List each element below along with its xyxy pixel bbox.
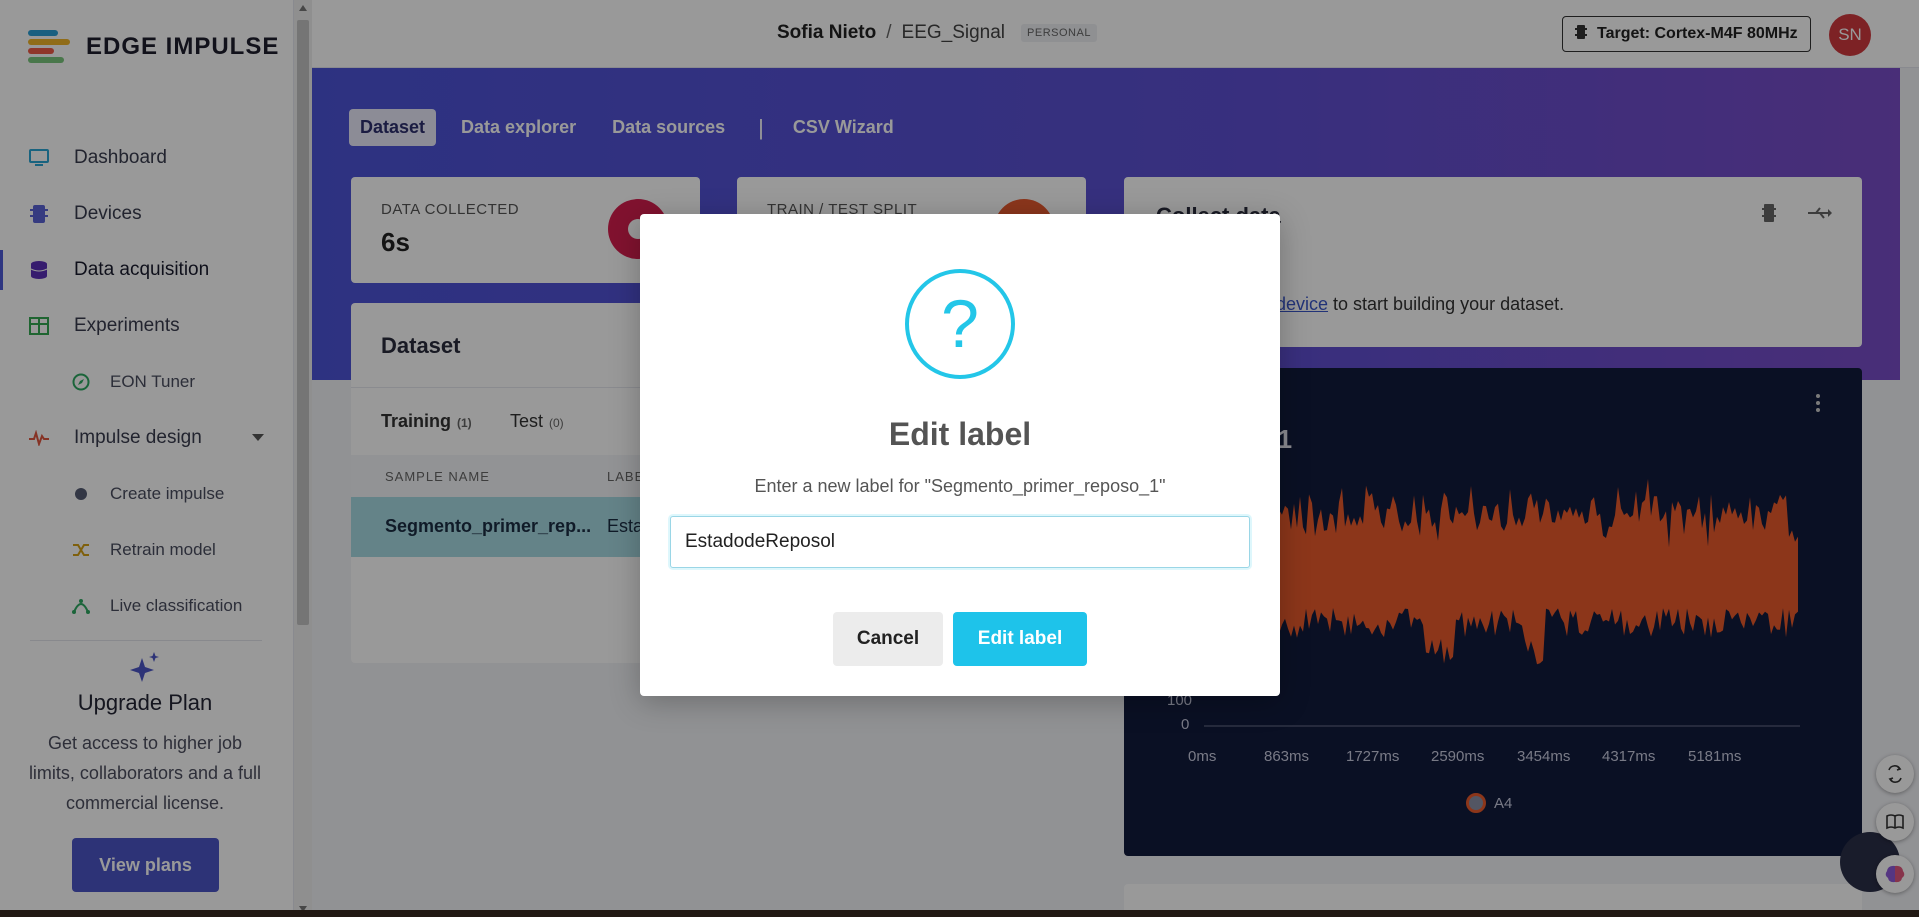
- dialog-title: Edit label: [888, 416, 1032, 452]
- dialog-subtitle: Enter a new label for "Segmento_primer_r…: [754, 476, 1166, 496]
- cancel-button[interactable]: Cancel: [833, 612, 943, 666]
- question-icon: ?: [905, 269, 1015, 379]
- label-input[interactable]: [670, 516, 1250, 568]
- edit-label-button[interactable]: Edit label: [953, 612, 1087, 666]
- edit-label-dialog: ? Edit label Enter a new label for "Segm…: [640, 214, 1280, 696]
